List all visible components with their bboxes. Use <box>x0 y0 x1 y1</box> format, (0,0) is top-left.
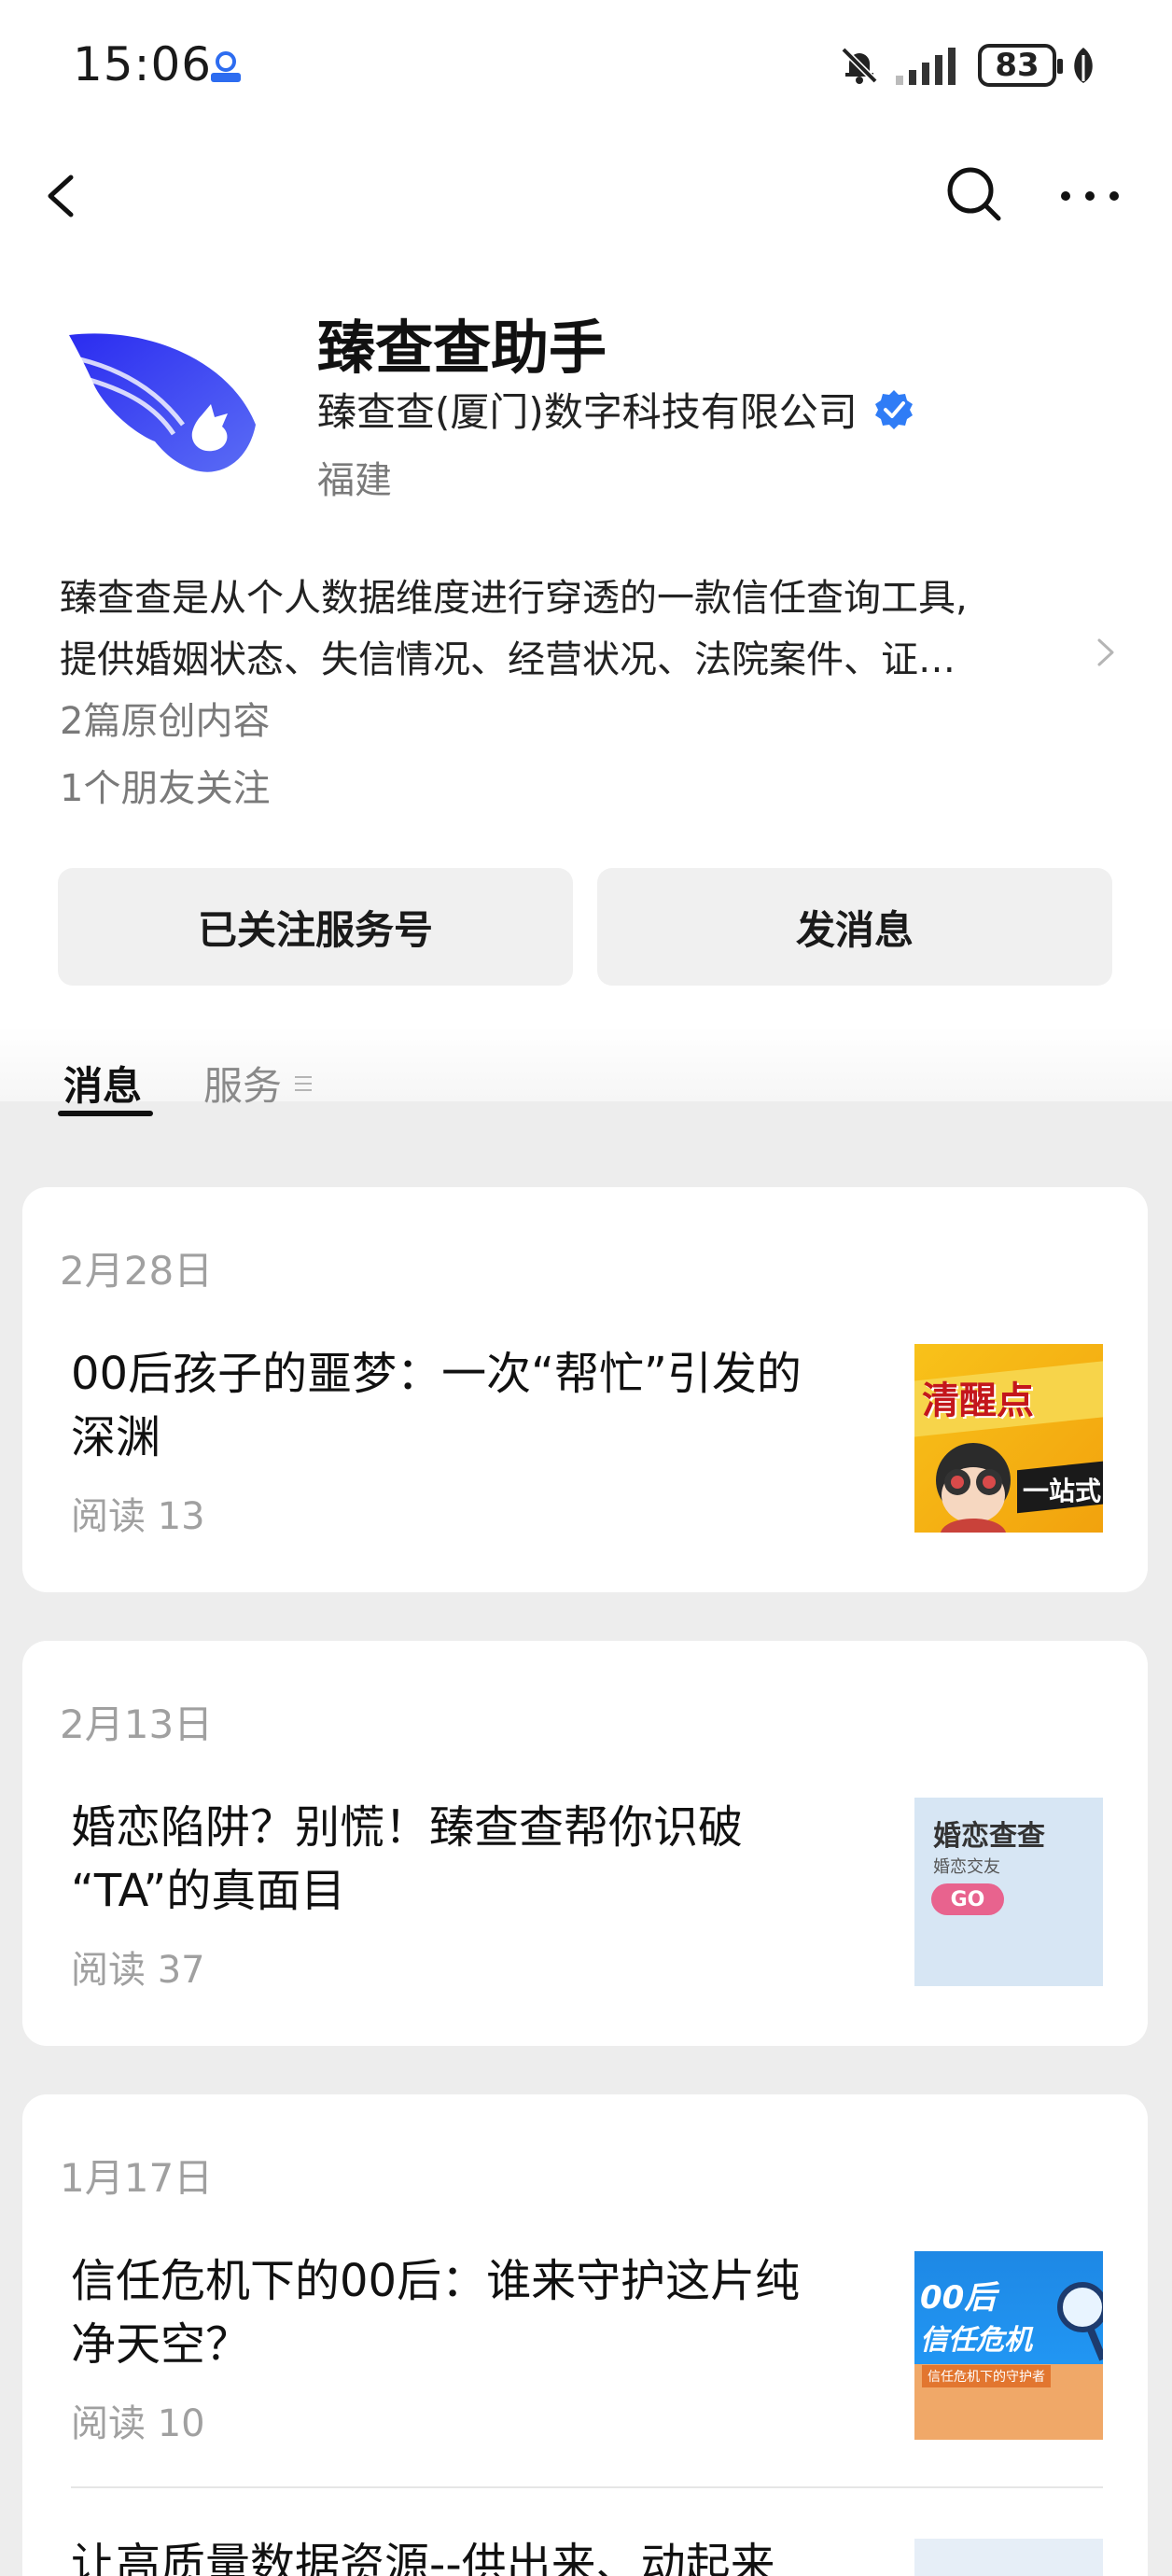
description-line: 提供婚姻状态、失信情况、经营状况、法院案件、证… <box>60 638 956 681</box>
friends-following-count[interactable]: 1个朋友关注 <box>60 758 270 812</box>
article-title-line: 信任危机下的00后：谁来守护这片纯 <box>71 2255 801 2307</box>
article-title-line: “TA”的真面目 <box>71 1865 346 1917</box>
magnifier-icon <box>1057 2282 1103 2361</box>
tab-services-label: 服务 <box>203 1063 283 1109</box>
article-title[interactable]: 00后孩子的噩梦：一次“帮忙”引发的 深渊 <box>71 1342 892 1469</box>
battery-icon: 83 <box>978 44 1063 87</box>
location-badge-icon <box>211 51 241 82</box>
message-date: 2月13日 <box>60 1701 214 1747</box>
article-divider <box>71 2486 1103 2488</box>
tab-active-indicator <box>58 1111 153 1116</box>
leaf-icon <box>1074 48 1093 83</box>
signal-icon <box>896 48 956 85</box>
thumbnail-subtext: 信任危机 <box>920 2324 1032 2357</box>
article-title-line: 00后孩子的噩梦：一次“帮忙”引发的 <box>71 1348 802 1400</box>
tab-services[interactable]: 服务 <box>203 1055 314 1112</box>
thumbnail-subtext: 一站式 <box>1023 1476 1102 1506</box>
article-thumbnail[interactable]: 清醒点 一站式 <box>914 1344 1103 1533</box>
chevron-right-icon[interactable] <box>1090 631 1122 674</box>
thumbnail-go-badge: GO <box>931 1883 1004 1915</box>
article-title[interactable]: 让高质量数据资源--供出来、动起来 <box>71 2533 892 2576</box>
thumbnail-headline: 清醒点 <box>922 1379 1034 1422</box>
thumbnail-subtext: 婚恋交友 <box>933 1857 1000 1877</box>
article-read-count: 阅读 13 <box>71 1495 205 1538</box>
account-name: 臻查查助手 <box>317 314 607 382</box>
message-card: 2月28日 00后孩子的噩梦：一次“帮忙”引发的 深渊 阅读 13 清醒点 一站… <box>22 1187 1148 1592</box>
status-bar: 15:06 83 <box>0 0 1172 131</box>
article-title-line: 婚恋陷阱？别慌！臻查查帮你识破 <box>71 1801 744 1854</box>
article-title-line: 净天空？ <box>71 2318 251 2371</box>
binoculars-person-icon <box>936 1443 1011 1533</box>
article-title-line: 深渊 <box>71 1411 161 1463</box>
thumbnail-headline: 00后 <box>920 2279 997 2317</box>
article-thumbnail[interactable]: 婚恋查查 婚恋交友 GO <box>914 1798 1103 1986</box>
article-read-count: 阅读 37 <box>71 1949 205 1992</box>
thumbnail-headline: 婚恋查查 <box>933 1820 1045 1853</box>
message-card: 1月17日 信任危机下的00后：谁来守护这片纯 净天空？ 阅读 10 00后 信… <box>22 2094 1148 2576</box>
original-content-count[interactable]: 2篇原创内容 <box>60 691 270 745</box>
description-line: 臻查查是从个人数据维度进行穿透的一款信任查询工具, <box>60 577 968 620</box>
send-message-button[interactable]: 发消息 <box>597 868 1112 986</box>
status-icons: 83 <box>838 39 1097 91</box>
bell-muted-icon <box>841 47 878 84</box>
verified-badge-icon <box>874 389 913 429</box>
article-title[interactable]: 婚恋陷阱？别慌！臻查查帮你识破 “TA”的真面目 <box>71 1796 892 1923</box>
message-date: 2月28日 <box>60 1248 214 1294</box>
more-icon[interactable] <box>1054 161 1125 226</box>
menu-lines-icon <box>295 1075 313 1091</box>
thumbnail-caption: 信任危机下的守护者 <box>922 2365 1051 2387</box>
article-thumbnail[interactable]: 00后 信任危机 信任危机下的守护者 <box>914 2251 1103 2440</box>
battery-level: 83 <box>995 47 1039 84</box>
followed-button[interactable]: 已关注服务号 <box>58 868 573 986</box>
article-thumbnail[interactable] <box>914 2539 1103 2576</box>
account-description[interactable]: 臻查查是从个人数据维度进行穿透的一款信任查询工具, 提供婚姻状态、失信情况、经营… <box>60 567 1077 691</box>
article-read-count: 阅读 10 <box>71 2402 205 2445</box>
article-title-line: 让高质量数据资源--供出来、动起来 <box>71 2539 775 2576</box>
message-date: 1月17日 <box>60 2155 214 2201</box>
account-logo[interactable] <box>62 322 267 481</box>
status-time: 15:06 <box>73 37 213 91</box>
article-title[interactable]: 信任危机下的00后：谁来守护这片纯 净天空？ <box>71 2249 892 2376</box>
message-card: 2月13日 婚恋陷阱？别慌！臻查查帮你识破 “TA”的真面目 阅读 37 婚恋查… <box>22 1641 1148 2046</box>
account-region: 福建 <box>317 459 392 502</box>
tab-messages[interactable]: 消息 <box>63 1055 142 1112</box>
account-company[interactable]: 臻查查(厦门)数字科技有限公司 <box>317 381 915 438</box>
search-icon[interactable] <box>941 161 1006 226</box>
company-name: 臻查查(厦门)数字科技有限公司 <box>317 389 858 435</box>
back-icon[interactable] <box>37 159 93 233</box>
